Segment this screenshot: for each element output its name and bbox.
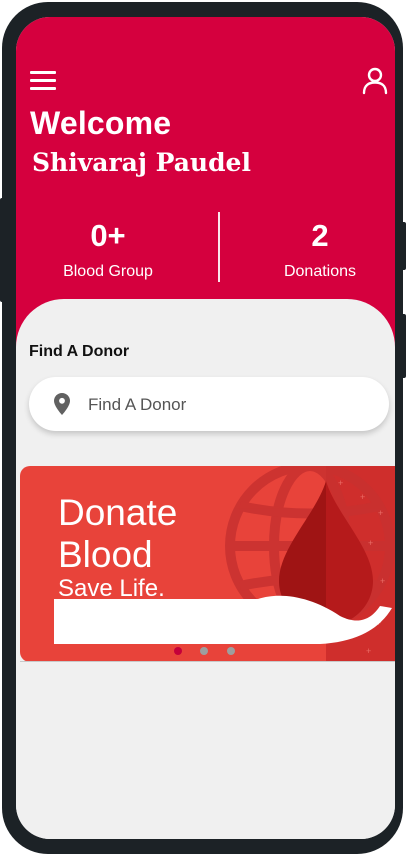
find-donor-title: Find A Donor xyxy=(29,343,130,360)
welcome-heading: Welcome xyxy=(30,105,172,141)
svg-text:+: + xyxy=(338,478,343,488)
svg-text:+: + xyxy=(368,538,373,548)
side-button-right-lower xyxy=(401,314,406,378)
carousel-indicator xyxy=(174,642,249,655)
menu-icon[interactable] xyxy=(30,71,56,93)
banner-text: Donate Blood Save Life. xyxy=(58,492,177,604)
blood-group-label: Blood Group xyxy=(63,263,153,280)
banner-line-donate: Donate xyxy=(58,492,178,533)
user-name: Shivaraj Paudel xyxy=(32,148,251,177)
user-icon-svg xyxy=(362,67,388,95)
svg-text:+: + xyxy=(380,576,385,586)
find-donor-search[interactable] xyxy=(29,377,389,431)
app-screen: Welcome Shivaraj Paudel 0+ Blood Group 2… xyxy=(16,17,395,839)
phone-frame: Welcome Shivaraj Paudel 0+ Blood Group 2… xyxy=(0,2,406,854)
carousel-dot-3[interactable] xyxy=(226,647,235,655)
carousel-dot-1[interactable] xyxy=(174,647,182,655)
banner-line-save-life: Save Life. xyxy=(58,575,165,602)
donate-blood-banner[interactable]: +++ +++ +++ ++ Donate Blood Save Life. xyxy=(20,466,395,662)
donations-label: Donations xyxy=(283,263,357,280)
banner-bottom-divider xyxy=(20,661,395,662)
menu-bar xyxy=(30,87,56,90)
side-button-right-upper xyxy=(401,222,406,270)
svg-text:+: + xyxy=(366,646,371,656)
blood-group-stat: 0+ Blood Group xyxy=(18,217,198,281)
app-header: Welcome Shivaraj Paudel 0+ Blood Group 2… xyxy=(16,17,395,347)
donations-stat: 2 Donations xyxy=(230,217,395,281)
svg-text:+: + xyxy=(360,492,365,502)
find-donor-input[interactable] xyxy=(86,389,370,421)
user-icon[interactable] xyxy=(362,67,388,95)
location-pin-icon xyxy=(54,393,70,415)
menu-bar xyxy=(30,71,56,74)
side-button-left xyxy=(0,198,4,302)
banner-line-blood: Blood xyxy=(58,534,153,575)
svg-text:+: + xyxy=(378,508,383,518)
menu-bar xyxy=(30,79,56,82)
blood-group-value: 0+ xyxy=(90,218,126,253)
stats-divider xyxy=(218,212,220,282)
donations-value: 2 xyxy=(311,218,329,253)
